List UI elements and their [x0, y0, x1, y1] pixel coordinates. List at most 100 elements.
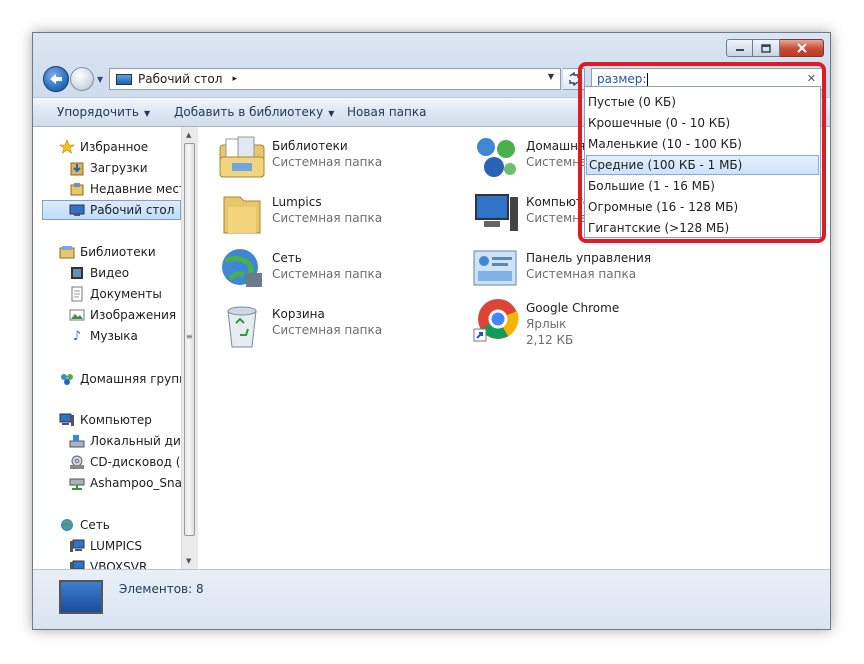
- sidebar-item-downloads[interactable]: Загрузки: [69, 158, 181, 178]
- file-type: Системная папка: [272, 323, 383, 337]
- sidebar-item-cd-drive[interactable]: CD-дисковод (D:: [69, 452, 181, 472]
- caption-buttons: [726, 39, 824, 57]
- sidebar-item-homegroup[interactable]: Домашняя группа: [59, 369, 181, 389]
- sidebar-item-label: VBOXSVR: [90, 560, 148, 569]
- file-item[interactable]: Lumpics Системная папка: [218, 189, 382, 241]
- scroll-down-icon[interactable]: ▼: [186, 557, 191, 565]
- chevron-down-icon: ▼: [328, 109, 335, 118]
- star-icon: [59, 139, 75, 155]
- file-name: Панель управления: [526, 251, 652, 265]
- sidebar-item-label: Компьютер: [80, 413, 152, 427]
- file-item[interactable]: Корзина Системная папка: [218, 301, 382, 353]
- desktop-thumbnail-icon: [59, 580, 103, 614]
- back-arrow-icon: [50, 74, 62, 84]
- local-disk-icon: [69, 433, 85, 449]
- file-type: Системная папка: [272, 155, 383, 169]
- new-folder-button[interactable]: Новая папка: [347, 105, 426, 119]
- computer-icon: [59, 412, 75, 428]
- sidebar-item-music[interactable]: ♪ Музыка: [69, 326, 181, 346]
- status-bar: Элементов: 8: [33, 569, 830, 629]
- video-icon: [69, 265, 85, 281]
- sidebar-item-label: Недавние места: [90, 182, 181, 196]
- sidebar-item-documents[interactable]: Документы: [69, 284, 181, 304]
- file-size: 2,12 КБ: [526, 333, 574, 347]
- navigation-scrollbar[interactable]: ▲ ≡ ▼: [181, 127, 198, 569]
- network-computer-icon: [69, 559, 85, 569]
- control-panel-icon: [472, 245, 520, 293]
- minimize-button[interactable]: [726, 39, 753, 57]
- sidebar-item-local-disk[interactable]: Локальный диск: [69, 431, 181, 451]
- add-to-library-button[interactable]: Добавить в библиотеку ▼: [174, 105, 334, 119]
- sidebar-item-lumpics[interactable]: LUMPICS: [69, 536, 181, 556]
- maximize-button[interactable]: [753, 39, 780, 57]
- item-count: Элементов: 8: [119, 582, 204, 596]
- file-name: Lumpics: [272, 195, 322, 209]
- sidebar-item-desktop[interactable]: Рабочий стол: [42, 200, 181, 220]
- scroll-grip-icon: ≡: [186, 332, 193, 341]
- sidebar-item-label: Рабочий стол: [90, 203, 175, 217]
- sidebar-item-label: Ashampoo_Snap: [90, 476, 181, 490]
- homegroup-icon: [472, 133, 520, 181]
- chrome-icon: [472, 295, 520, 343]
- sidebar-item-pictures[interactable]: Изображения: [69, 305, 181, 325]
- file-type: Системная папка: [272, 267, 383, 281]
- address-location[interactable]: Рабочий стол: [138, 72, 222, 86]
- sidebar-item-video[interactable]: Видео: [69, 263, 181, 283]
- close-icon: [796, 43, 807, 53]
- user-folder-icon: [218, 189, 266, 237]
- maximize-icon: [761, 43, 771, 53]
- sidebar-item-label: Видео: [90, 266, 130, 280]
- computer-icon: [472, 189, 520, 237]
- network-globe-icon: [218, 245, 266, 293]
- sidebar-item-label: Изображения: [90, 308, 177, 322]
- sidebar-item-label: CD-дисковод (D:: [90, 455, 181, 469]
- sidebar-item-favorites[interactable]: Избранное: [59, 137, 181, 157]
- cd-drive-icon: [69, 454, 85, 470]
- history-dropdown-icon[interactable]: ▼: [97, 75, 103, 84]
- sidebar-item-network-drive[interactable]: Ashampoo_Snap: [69, 473, 181, 493]
- organize-button[interactable]: Упорядочить ▼: [57, 105, 150, 119]
- scroll-up-icon[interactable]: ▲: [186, 131, 191, 139]
- sidebar-item-computer[interactable]: Компьютер: [59, 410, 181, 430]
- pictures-icon: [69, 307, 85, 323]
- sidebar-item-vboxsvr[interactable]: VBOXSVR: [69, 557, 181, 569]
- file-type: Ярлык: [526, 317, 567, 331]
- network-drive-icon: [69, 475, 85, 491]
- sidebar-item-label: Документы: [90, 287, 162, 301]
- libraries-folder-icon: [218, 133, 266, 181]
- recycle-bin-icon: [218, 301, 266, 349]
- sidebar-item-label: Библиотеки: [80, 245, 156, 259]
- minimize-icon: [735, 49, 744, 51]
- file-item[interactable]: Google Chrome Ярлык 2,12 КБ: [472, 295, 619, 347]
- sidebar-item-label: Домашняя группа: [80, 372, 181, 386]
- address-bar[interactable]: Рабочий стол ▸ ▼: [109, 68, 561, 90]
- highlight-frame: [578, 62, 826, 243]
- downloads-icon: [69, 160, 85, 176]
- desktop-icon: [69, 202, 85, 218]
- sidebar-item-label: Музыка: [90, 329, 138, 343]
- sidebar-item-recent-places[interactable]: Недавние места: [69, 179, 181, 199]
- file-name: Google Chrome: [526, 301, 620, 315]
- file-type: Системная папка: [526, 267, 637, 281]
- sidebar-item-label: Избранное: [80, 140, 149, 154]
- file-item[interactable]: Панель управления Системная папка: [472, 245, 651, 297]
- documents-icon: [69, 286, 85, 302]
- desktop-icon: [116, 73, 132, 85]
- back-button[interactable]: [43, 66, 69, 92]
- file-type: Системная папка: [272, 211, 383, 225]
- file-name: Сеть: [272, 251, 302, 265]
- sidebar-item-label: Локальный диск: [90, 434, 181, 448]
- sidebar-item-libraries[interactable]: Библиотеки: [59, 242, 181, 262]
- file-item[interactable]: Библиотеки Системная папка: [218, 133, 382, 185]
- sidebar-item-network[interactable]: Сеть: [59, 515, 181, 535]
- close-button[interactable]: [780, 39, 824, 57]
- libraries-icon: [59, 244, 75, 260]
- file-name: Корзина: [272, 307, 325, 321]
- network-computer-icon: [69, 538, 85, 554]
- file-item[interactable]: Сеть Системная папка: [218, 245, 382, 297]
- network-icon: [59, 517, 75, 533]
- forward-button[interactable]: [70, 67, 94, 91]
- address-dropdown-icon[interactable]: ▼: [548, 72, 554, 81]
- recent-places-icon: [69, 181, 85, 197]
- breadcrumb-chevron-icon[interactable]: ▸: [232, 74, 237, 84]
